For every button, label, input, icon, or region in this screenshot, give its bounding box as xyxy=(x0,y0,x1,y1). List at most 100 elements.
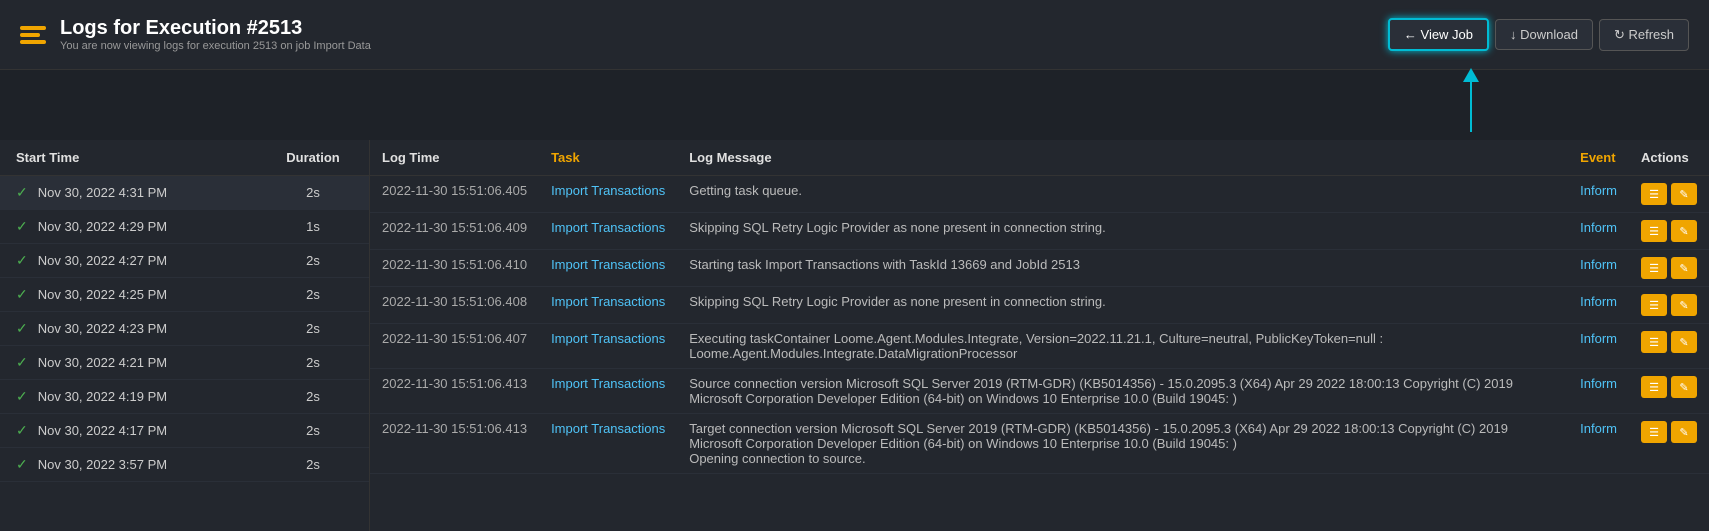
log-edit-button[interactable]: ✎ xyxy=(1671,421,1697,443)
log-time-cell: 2022-11-30 15:51:06.409 xyxy=(370,213,539,250)
col-duration-header: Duration xyxy=(273,150,353,165)
log-task-cell: Import Transactions xyxy=(539,414,677,474)
log-edit-button[interactable]: ✎ xyxy=(1671,331,1697,353)
log-message-cell: Source connection version Microsoft SQL … xyxy=(677,369,1568,414)
log-table-row: 2022-11-30 15:51:06.413 Import Transacti… xyxy=(370,369,1709,414)
log-message-cell: Skipping SQL Retry Logic Provider as non… xyxy=(677,213,1568,250)
log-actions-cell: ☰ ✎ xyxy=(1629,414,1709,474)
execution-list-item[interactable]: ✓ Nov 30, 2022 4:27 PM 2s xyxy=(0,244,369,278)
execution-list-header: Start Time Duration xyxy=(0,140,369,176)
execution-list-item[interactable]: ✓ Nov 30, 2022 4:29 PM 1s xyxy=(0,210,369,244)
log-table-row: 2022-11-30 15:51:06.408 Import Transacti… xyxy=(370,287,1709,324)
log-list-button[interactable]: ☰ xyxy=(1641,257,1667,279)
col-task-header: Task xyxy=(539,140,677,176)
log-event-cell: Inform xyxy=(1568,250,1629,287)
log-event-cell: Inform xyxy=(1568,213,1629,250)
log-event-cell: Inform xyxy=(1568,176,1629,213)
check-icon: ✓ xyxy=(16,422,28,439)
log-event-cell: Inform xyxy=(1568,324,1629,369)
log-actions-cell: ☰ ✎ xyxy=(1629,287,1709,324)
app-logo-icon xyxy=(20,26,46,44)
log-edit-button[interactable]: ✎ xyxy=(1671,257,1697,279)
log-message-cell: Executing taskContainer Loome.Agent.Modu… xyxy=(677,324,1568,369)
exec-duration: 2s xyxy=(273,389,353,404)
exec-start-time: Nov 30, 2022 4:17 PM xyxy=(38,423,273,438)
log-list-button[interactable]: ☰ xyxy=(1641,331,1667,353)
check-icon: ✓ xyxy=(16,388,28,405)
arrow-head-icon xyxy=(1463,68,1479,82)
log-time-cell: 2022-11-30 15:51:06.405 xyxy=(370,176,539,213)
log-edit-button[interactable]: ✎ xyxy=(1671,183,1697,205)
log-list-button[interactable]: ☰ xyxy=(1641,183,1667,205)
log-event-cell: Inform xyxy=(1568,287,1629,324)
log-list-button[interactable]: ☰ xyxy=(1641,294,1667,316)
log-edit-button[interactable]: ✎ xyxy=(1671,294,1697,316)
log-list-button[interactable]: ☰ xyxy=(1641,376,1667,398)
execution-list-item[interactable]: ✓ Nov 30, 2022 3:57 PM 2s xyxy=(0,448,369,482)
check-icon: ✓ xyxy=(16,320,28,337)
exec-duration: 2s xyxy=(273,423,353,438)
execution-list-item[interactable]: ✓ Nov 30, 2022 4:17 PM 2s xyxy=(0,414,369,448)
log-table-row: 2022-11-30 15:51:06.405 Import Transacti… xyxy=(370,176,1709,213)
log-time-cell: 2022-11-30 15:51:06.408 xyxy=(370,287,539,324)
log-actions-cell: ☰ ✎ xyxy=(1629,250,1709,287)
check-icon: ✓ xyxy=(16,252,28,269)
log-table-row: 2022-11-30 15:51:06.410 Import Transacti… xyxy=(370,250,1709,287)
log-table-panel: Log Time Task Log Message Event Actions … xyxy=(370,140,1709,531)
check-icon: ✓ xyxy=(16,286,28,303)
execution-list-item[interactable]: ✓ Nov 30, 2022 4:21 PM 2s xyxy=(0,346,369,380)
exec-start-time: Nov 30, 2022 4:19 PM xyxy=(38,389,273,404)
log-actions-cell: ☰ ✎ xyxy=(1629,176,1709,213)
col-log-time-header: Log Time xyxy=(370,140,539,176)
log-task-cell: Import Transactions xyxy=(539,176,677,213)
execution-list-item[interactable]: ✓ Nov 30, 2022 4:19 PM 2s xyxy=(0,380,369,414)
execution-list-item[interactable]: ✓ Nov 30, 2022 4:31 PM 2s xyxy=(0,176,369,210)
arrow-annotation xyxy=(1463,70,1479,132)
col-actions-header: Actions xyxy=(1629,140,1709,176)
exec-duration: 2s xyxy=(273,321,353,336)
exec-start-time: Nov 30, 2022 4:27 PM xyxy=(38,253,273,268)
log-time-cell: 2022-11-30 15:51:06.407 xyxy=(370,324,539,369)
log-list-button[interactable]: ☰ xyxy=(1641,421,1667,443)
col-start-time-header: Start Time xyxy=(16,150,273,165)
log-time-cell: 2022-11-30 15:51:06.413 xyxy=(370,414,539,474)
main-content: Start Time Duration ✓ Nov 30, 2022 4:31 … xyxy=(0,140,1709,531)
header-left: Logs for Execution #2513 You are now vie… xyxy=(20,17,371,52)
exec-duration: 2s xyxy=(273,253,353,268)
execution-list-item[interactable]: ✓ Nov 30, 2022 4:23 PM 2s xyxy=(0,312,369,346)
log-actions-cell: ☰ ✎ xyxy=(1629,369,1709,414)
log-table-row: 2022-11-30 15:51:06.413 Import Transacti… xyxy=(370,414,1709,474)
download-button[interactable]: ↓ Download xyxy=(1495,19,1593,50)
log-event-cell: Inform xyxy=(1568,414,1629,474)
log-task-cell: Import Transactions xyxy=(539,213,677,250)
log-edit-button[interactable]: ✎ xyxy=(1671,220,1697,242)
exec-duration: 2s xyxy=(273,355,353,370)
header-text: Logs for Execution #2513 You are now vie… xyxy=(60,17,371,52)
exec-duration: 2s xyxy=(273,457,353,472)
exec-duration: 1s xyxy=(273,219,353,234)
refresh-button[interactable]: ↻ Refresh xyxy=(1599,19,1689,51)
log-list-button[interactable]: ☰ xyxy=(1641,220,1667,242)
log-time-cell: 2022-11-30 15:51:06.410 xyxy=(370,250,539,287)
log-message-cell: Starting task Import Transactions with T… xyxy=(677,250,1568,287)
exec-start-time: Nov 30, 2022 4:29 PM xyxy=(38,219,273,234)
log-table: Log Time Task Log Message Event Actions … xyxy=(370,140,1709,474)
log-event-cell: Inform xyxy=(1568,369,1629,414)
log-actions-cell: ☰ ✎ xyxy=(1629,324,1709,369)
log-table-header-row: Log Time Task Log Message Event Actions xyxy=(370,140,1709,176)
check-icon: ✓ xyxy=(16,218,28,235)
log-table-body: 2022-11-30 15:51:06.405 Import Transacti… xyxy=(370,176,1709,474)
log-message-cell: Skipping SQL Retry Logic Provider as non… xyxy=(677,287,1568,324)
execution-list-item[interactable]: ✓ Nov 30, 2022 4:25 PM 2s xyxy=(0,278,369,312)
log-task-cell: Import Transactions xyxy=(539,369,677,414)
exec-duration: 2s xyxy=(273,185,353,200)
log-edit-button[interactable]: ✎ xyxy=(1671,376,1697,398)
page-title: Logs for Execution #2513 xyxy=(60,17,371,40)
log-time-cell: 2022-11-30 15:51:06.413 xyxy=(370,369,539,414)
view-job-button[interactable]: ← View Job xyxy=(1388,18,1489,51)
log-table-row: 2022-11-30 15:51:06.407 Import Transacti… xyxy=(370,324,1709,369)
exec-start-time: Nov 30, 2022 4:31 PM xyxy=(38,185,273,200)
exec-start-time: Nov 30, 2022 3:57 PM xyxy=(38,457,273,472)
log-task-cell: Import Transactions xyxy=(539,250,677,287)
execution-list-panel: Start Time Duration ✓ Nov 30, 2022 4:31 … xyxy=(0,140,370,531)
